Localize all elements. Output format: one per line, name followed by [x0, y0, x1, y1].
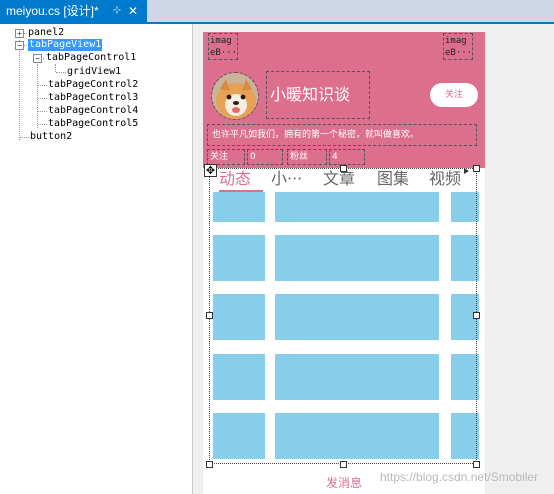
resize-handle[interactable] [340, 461, 347, 468]
tree-connector [38, 85, 47, 86]
profile-name[interactable]: 小暖知识谈 [266, 71, 370, 119]
tree-collapse-icon[interactable]: − [33, 54, 42, 63]
tree-connector [38, 98, 47, 99]
phone-form: imag eB··· imag eB··· 小暖知识谈 关注 也许平凡如我们，拥… [203, 32, 485, 494]
tree-item-tabpagecontrol5[interactable]: tabPageControl5 [48, 118, 138, 130]
document-tab-title: meiyou.cs [设计]* [6, 4, 99, 18]
resize-handle[interactable] [473, 312, 480, 319]
tree-connector [37, 64, 38, 128]
image-placeholder-left[interactable]: imag eB··· [208, 33, 238, 60]
dog-avatar-icon [212, 73, 258, 119]
tree-item-gridview1[interactable]: gridView1 [67, 66, 121, 78]
tree-connector [38, 111, 47, 112]
follow-count-label[interactable]: 关注 [207, 149, 245, 165]
resize-handle[interactable] [473, 461, 480, 468]
resize-handle[interactable] [206, 312, 213, 319]
tree-connector [55, 64, 56, 72]
resize-handle[interactable] [473, 165, 480, 172]
move-handle-icon[interactable]: ✥ [204, 164, 217, 177]
profile-bio[interactable]: 也许平凡如我们，拥有的第一个秘密，就叫做喜欢。 [207, 124, 477, 146]
image-placeholder-right[interactable]: imag eB··· [443, 33, 473, 60]
fans-count-value[interactable]: 4 [329, 149, 365, 165]
tree-connector [19, 40, 20, 140]
tree-item-tabpageview1[interactable]: tabPageView1 [28, 39, 103, 51]
resize-handle[interactable] [206, 461, 213, 468]
close-icon[interactable]: ✕ [127, 0, 139, 22]
tree-item-panel2[interactable]: panel2 [28, 27, 64, 39]
follow-count-value[interactable]: 0 [247, 149, 283, 165]
smart-tag-arrow-icon[interactable] [464, 168, 469, 174]
follow-button[interactable]: 关注 [430, 83, 478, 107]
tree-collapse-icon[interactable]: − [15, 41, 24, 50]
tree-connector [20, 137, 29, 138]
tree-expand-icon[interactable]: + [15, 29, 24, 38]
tree-item-tabpagecontrol1[interactable]: tabPageControl1 [46, 52, 136, 64]
tree-item-tabpagecontrol4[interactable]: tabPageControl4 [48, 105, 138, 117]
tree-item-button2[interactable]: button2 [30, 131, 72, 143]
profile-header[interactable]: imag eB··· imag eB··· 小暖知识谈 关注 也许平凡如我们，拥… [203, 32, 485, 168]
design-surface: imag eB··· imag eB··· 小暖知识谈 关注 也许平凡如我们，拥… [193, 24, 554, 494]
tree-connector [38, 124, 47, 125]
watermark: https://blog.csdn.net/Smobiler [380, 470, 539, 484]
document-tab-bar: meiyou.cs [设计]* ⊹ ✕ [0, 0, 554, 24]
tree-item-tabpagecontrol3[interactable]: tabPageControl3 [48, 92, 138, 104]
selection-frame [209, 168, 477, 464]
document-tab[interactable]: meiyou.cs [设计]* ⊹ ✕ [0, 0, 147, 22]
pin-icon[interactable]: ⊹ [111, 0, 123, 22]
tree-item-tabpagecontrol2[interactable]: tabPageControl2 [48, 79, 138, 91]
tree-connector [56, 72, 66, 73]
avatar[interactable] [211, 72, 259, 120]
document-outline-tree: + panel2 − tabPageView1 − tabPageControl… [0, 24, 193, 494]
fans-count-label[interactable]: 粉丝 [287, 149, 327, 165]
resize-handle[interactable] [340, 165, 347, 172]
